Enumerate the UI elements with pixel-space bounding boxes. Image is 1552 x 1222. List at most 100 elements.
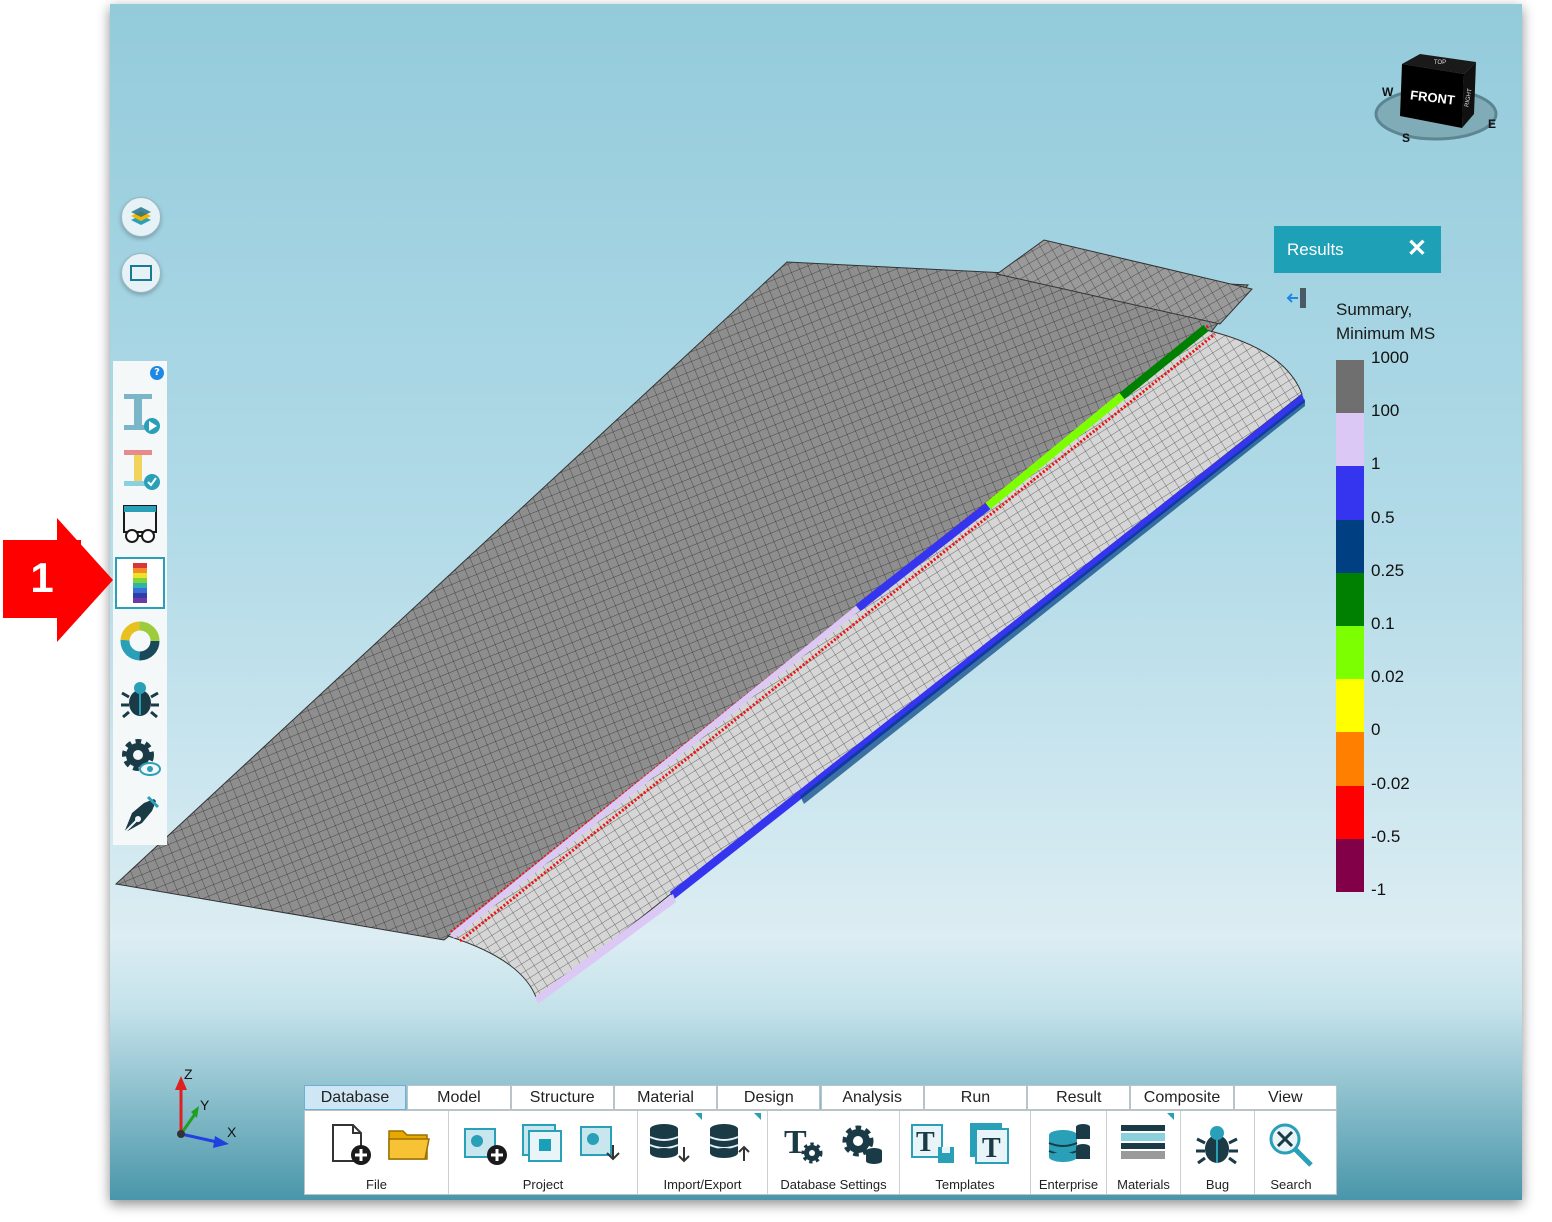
legend-label: 0.02 bbox=[1371, 667, 1405, 687]
group-materials-label: Materials bbox=[1117, 1177, 1170, 1192]
layers-icon bbox=[131, 207, 151, 225]
enterprise-database-icon[interactable] bbox=[1045, 1121, 1093, 1167]
svg-text:T: T bbox=[982, 1133, 1001, 1164]
legend-label: 0.1 bbox=[1371, 614, 1395, 633]
save-project-icon[interactable] bbox=[577, 1121, 625, 1167]
color-legend-icon bbox=[133, 563, 147, 603]
annotate-button[interactable] bbox=[115, 789, 165, 841]
group-templates: T T Templates bbox=[900, 1111, 1031, 1194]
database-import-icon[interactable] bbox=[646, 1121, 694, 1167]
axis-z-label: Z bbox=[184, 1066, 193, 1082]
legend-swatch bbox=[1336, 838, 1364, 892]
axis-x-label: X bbox=[227, 1124, 237, 1140]
group-database-settings-label: Database Settings bbox=[780, 1177, 887, 1192]
tab-composite[interactable]: Composite bbox=[1130, 1085, 1234, 1110]
tab-database[interactable]: Database bbox=[304, 1085, 406, 1110]
legend-swatch bbox=[1336, 413, 1364, 467]
ribbon-body: File Project Import/Export T Database Se… bbox=[304, 1110, 1337, 1195]
legend-label: 0.5 bbox=[1371, 507, 1395, 527]
fit-view-button[interactable] bbox=[121, 253, 161, 293]
results-panel-header: Results ✕ bbox=[1274, 226, 1441, 273]
open-folder-icon[interactable] bbox=[385, 1121, 433, 1167]
analysis-run-button[interactable] bbox=[115, 387, 165, 439]
axis-triad: Z Y X bbox=[175, 1066, 237, 1148]
tab-result[interactable]: Result bbox=[1027, 1085, 1131, 1110]
bug-report-icon[interactable] bbox=[1193, 1121, 1241, 1167]
tab-run[interactable]: Run bbox=[923, 1085, 1028, 1110]
settings-view-button[interactable] bbox=[115, 731, 165, 783]
bug-button[interactable] bbox=[115, 673, 165, 725]
materials-menu-indicator bbox=[1167, 1113, 1174, 1120]
tab-analysis[interactable]: Analysis bbox=[820, 1085, 924, 1110]
results-contour-button[interactable] bbox=[115, 557, 165, 609]
new-file-icon[interactable] bbox=[327, 1121, 375, 1167]
tab-material[interactable]: Material bbox=[613, 1085, 718, 1110]
new-project-icon[interactable] bbox=[461, 1121, 509, 1167]
axis-y-label: Y bbox=[200, 1097, 210, 1113]
search-icon[interactable] bbox=[1267, 1121, 1315, 1167]
material-layers-icon[interactable] bbox=[1119, 1121, 1167, 1167]
tab-view[interactable]: View bbox=[1233, 1085, 1337, 1110]
ribbon-toolbar: Database Model Structure Material Design Anal… bbox=[304, 1085, 1337, 1195]
analysis-check-button[interactable] bbox=[115, 443, 165, 495]
svg-text:T: T bbox=[784, 1124, 807, 1161]
legend-label: 0 bbox=[1371, 720, 1381, 740]
legend-title-line2: Minimum MS bbox=[1336, 324, 1436, 343]
legend-swatch bbox=[1336, 572, 1364, 626]
ibeam-check-icon bbox=[124, 450, 160, 490]
left-tool-panel: ? bbox=[113, 361, 167, 845]
group-file-label: File bbox=[366, 1177, 387, 1192]
group-import-export-label: Import/Export bbox=[663, 1177, 742, 1192]
template-icon[interactable]: T bbox=[968, 1121, 1016, 1167]
nav-cube[interactable]: FRONT TOP RIGHT W S E bbox=[1372, 52, 1504, 150]
results-panel-title: Results bbox=[1287, 240, 1344, 259]
legend-swatch bbox=[1336, 519, 1364, 573]
ring-chart-button[interactable] bbox=[115, 615, 165, 667]
tab-model[interactable]: Model bbox=[407, 1085, 511, 1110]
group-project-label: Project bbox=[522, 1177, 564, 1192]
legend-label: -0.02 bbox=[1371, 773, 1410, 793]
help-icon[interactable]: ? bbox=[150, 366, 164, 380]
view-plane-button[interactable] bbox=[121, 197, 161, 237]
nav-cube-top[interactable]: TOP bbox=[1434, 60, 1446, 66]
database-export-icon[interactable] bbox=[706, 1121, 754, 1167]
view-window-button[interactable] bbox=[115, 499, 165, 551]
donut-icon bbox=[120, 621, 160, 661]
pen-nib-icon bbox=[123, 795, 160, 834]
3d-viewport[interactable]: FRONT TOP RIGHT W S E ? Results ✕ Summar… bbox=[110, 4, 1522, 1200]
group-search-label: Search bbox=[1270, 1177, 1312, 1192]
glasses-window-icon bbox=[123, 505, 157, 543]
callout-number: 1 bbox=[3, 540, 81, 616]
wing-model[interactable] bbox=[110, 4, 1522, 1200]
template-save-icon[interactable]: T bbox=[910, 1121, 958, 1167]
group-import-export: Import/Export bbox=[638, 1111, 768, 1194]
legend-label: 1000 bbox=[1371, 348, 1409, 367]
close-icon[interactable]: ✕ bbox=[1407, 234, 1427, 263]
legend-title-line1: Summary, bbox=[1336, 300, 1413, 319]
group-bug-label: Bug bbox=[1205, 1177, 1230, 1192]
open-project-icon[interactable] bbox=[519, 1121, 567, 1167]
legend-swatch bbox=[1336, 360, 1364, 414]
legend-label: -1 bbox=[1371, 880, 1387, 899]
legend-swatch bbox=[1336, 466, 1364, 520]
export-menu-indicator bbox=[754, 1113, 761, 1120]
legend-label: 1 bbox=[1371, 454, 1381, 474]
tab-design[interactable]: Design bbox=[717, 1085, 821, 1110]
svg-text:T: T bbox=[916, 1127, 935, 1158]
callout-arrow: 1 bbox=[3, 518, 113, 642]
rectangle-icon bbox=[130, 265, 152, 281]
ibeam-run-icon bbox=[124, 394, 160, 434]
group-project: Project bbox=[449, 1111, 638, 1194]
import-menu-indicator bbox=[695, 1113, 702, 1120]
compass-s: S bbox=[1402, 131, 1410, 145]
group-templates-label: Templates bbox=[935, 1177, 995, 1192]
gear-eye-icon bbox=[122, 739, 161, 776]
legend-swatch bbox=[1336, 785, 1364, 839]
group-file: File bbox=[305, 1111, 449, 1194]
legend-swatch bbox=[1336, 732, 1364, 786]
group-enterprise-label: Enterprise bbox=[1038, 1177, 1099, 1192]
database-gear-icon[interactable] bbox=[838, 1121, 886, 1167]
text-settings-icon[interactable]: T bbox=[780, 1121, 828, 1167]
tab-structure[interactable]: Structure bbox=[510, 1085, 614, 1110]
collapse-panel-icon[interactable] bbox=[1286, 286, 1310, 310]
